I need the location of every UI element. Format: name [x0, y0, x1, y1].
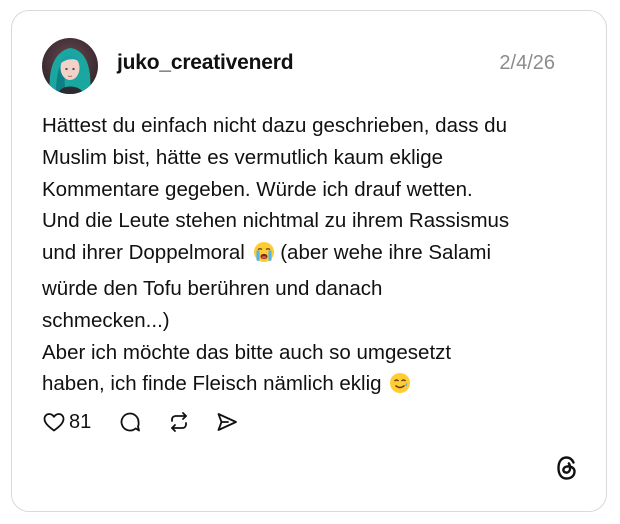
post-line-part: und ihrer Doppelmoral — [42, 241, 245, 265]
threads-logo — [554, 454, 580, 487]
post-line: würde den Tofu berühren und danach — [42, 276, 383, 300]
avatar[interactable] — [42, 38, 98, 94]
post-text: Hättest du einfach nicht dazu geschriebe… — [42, 110, 587, 404]
post-line: Muslim bist, hätte es vermutlich kaum ek… — [42, 145, 444, 169]
username[interactable]: juko_creativenerd — [117, 51, 294, 75]
post-line: Hättest du einfach nicht dazu geschriebe… — [42, 114, 507, 137]
heart-icon — [43, 413, 65, 432]
post-line: Aber ich möchte das bitte auch so umgese… — [42, 340, 452, 364]
smiling-face-with-tear-emoji — [389, 372, 411, 404]
share-button[interactable] — [215, 410, 239, 434]
post-line: Kommentare gegeben. Würde ich drauf wett… — [42, 177, 473, 201]
post-line: und ihrer Doppelmoral (aber wehe ihre Sa… — [42, 237, 587, 273]
repost-button[interactable] — [167, 410, 191, 434]
post-line-part: (aber wehe ihre Salami — [280, 241, 492, 265]
post-line-part: haben, ich finde Fleisch nämlich eklig — [42, 372, 382, 396]
repost-icon — [171, 412, 188, 432]
action-bar: 81 — [42, 407, 239, 437]
post-card: juko_creativenerd 2/4/26 Hättest du einf… — [11, 10, 607, 512]
like-count: 81 — [69, 410, 92, 433]
post-line: schmecken...) — [42, 308, 170, 332]
like-button[interactable]: 81 — [42, 410, 91, 434]
comment-icon — [120, 412, 141, 432]
share-icon — [217, 413, 238, 431]
post-line: Und die Leute stehen nichtmal zu ihrem R… — [42, 209, 510, 233]
post-line: haben, ich finde Fleisch nämlich eklig — [42, 368, 587, 404]
comment-button[interactable] — [118, 410, 142, 434]
post-date: 2/4/26 — [499, 52, 555, 74]
loudly-crying-face-emoji — [253, 241, 275, 273]
